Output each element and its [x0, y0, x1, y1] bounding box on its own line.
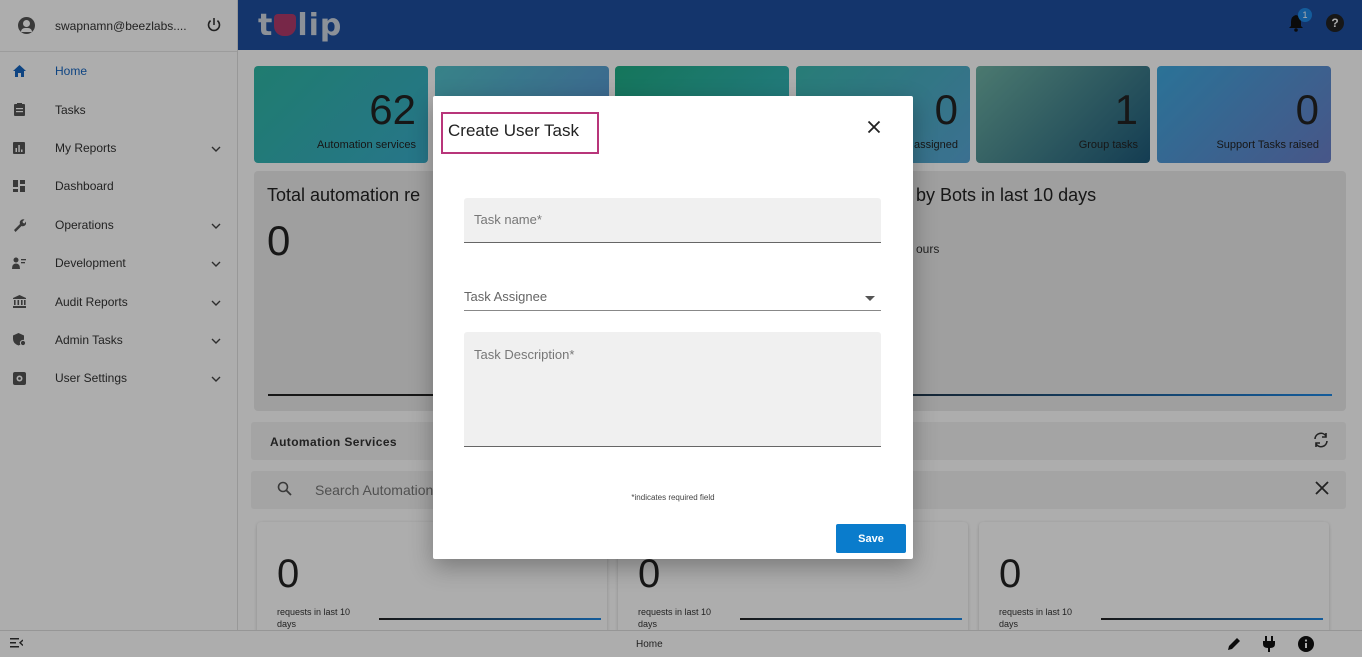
create-user-task-dialog: Create User Task Task Assignee *indicate… [433, 96, 913, 559]
dialog-title: Create User Task [448, 121, 580, 140]
task-assignee-label: Task Assignee [464, 289, 548, 304]
close-icon[interactable] [867, 120, 885, 138]
task-name-field [464, 198, 881, 243]
dropdown-arrow-icon[interactable] [865, 296, 875, 301]
required-field-note: *indicates required field [631, 493, 715, 502]
task-description-input[interactable] [474, 347, 869, 437]
save-button[interactable]: Save [836, 524, 906, 553]
task-name-input[interactable] [474, 212, 864, 227]
task-description-field [464, 332, 881, 447]
task-assignee-select[interactable]: Task Assignee [464, 284, 881, 311]
